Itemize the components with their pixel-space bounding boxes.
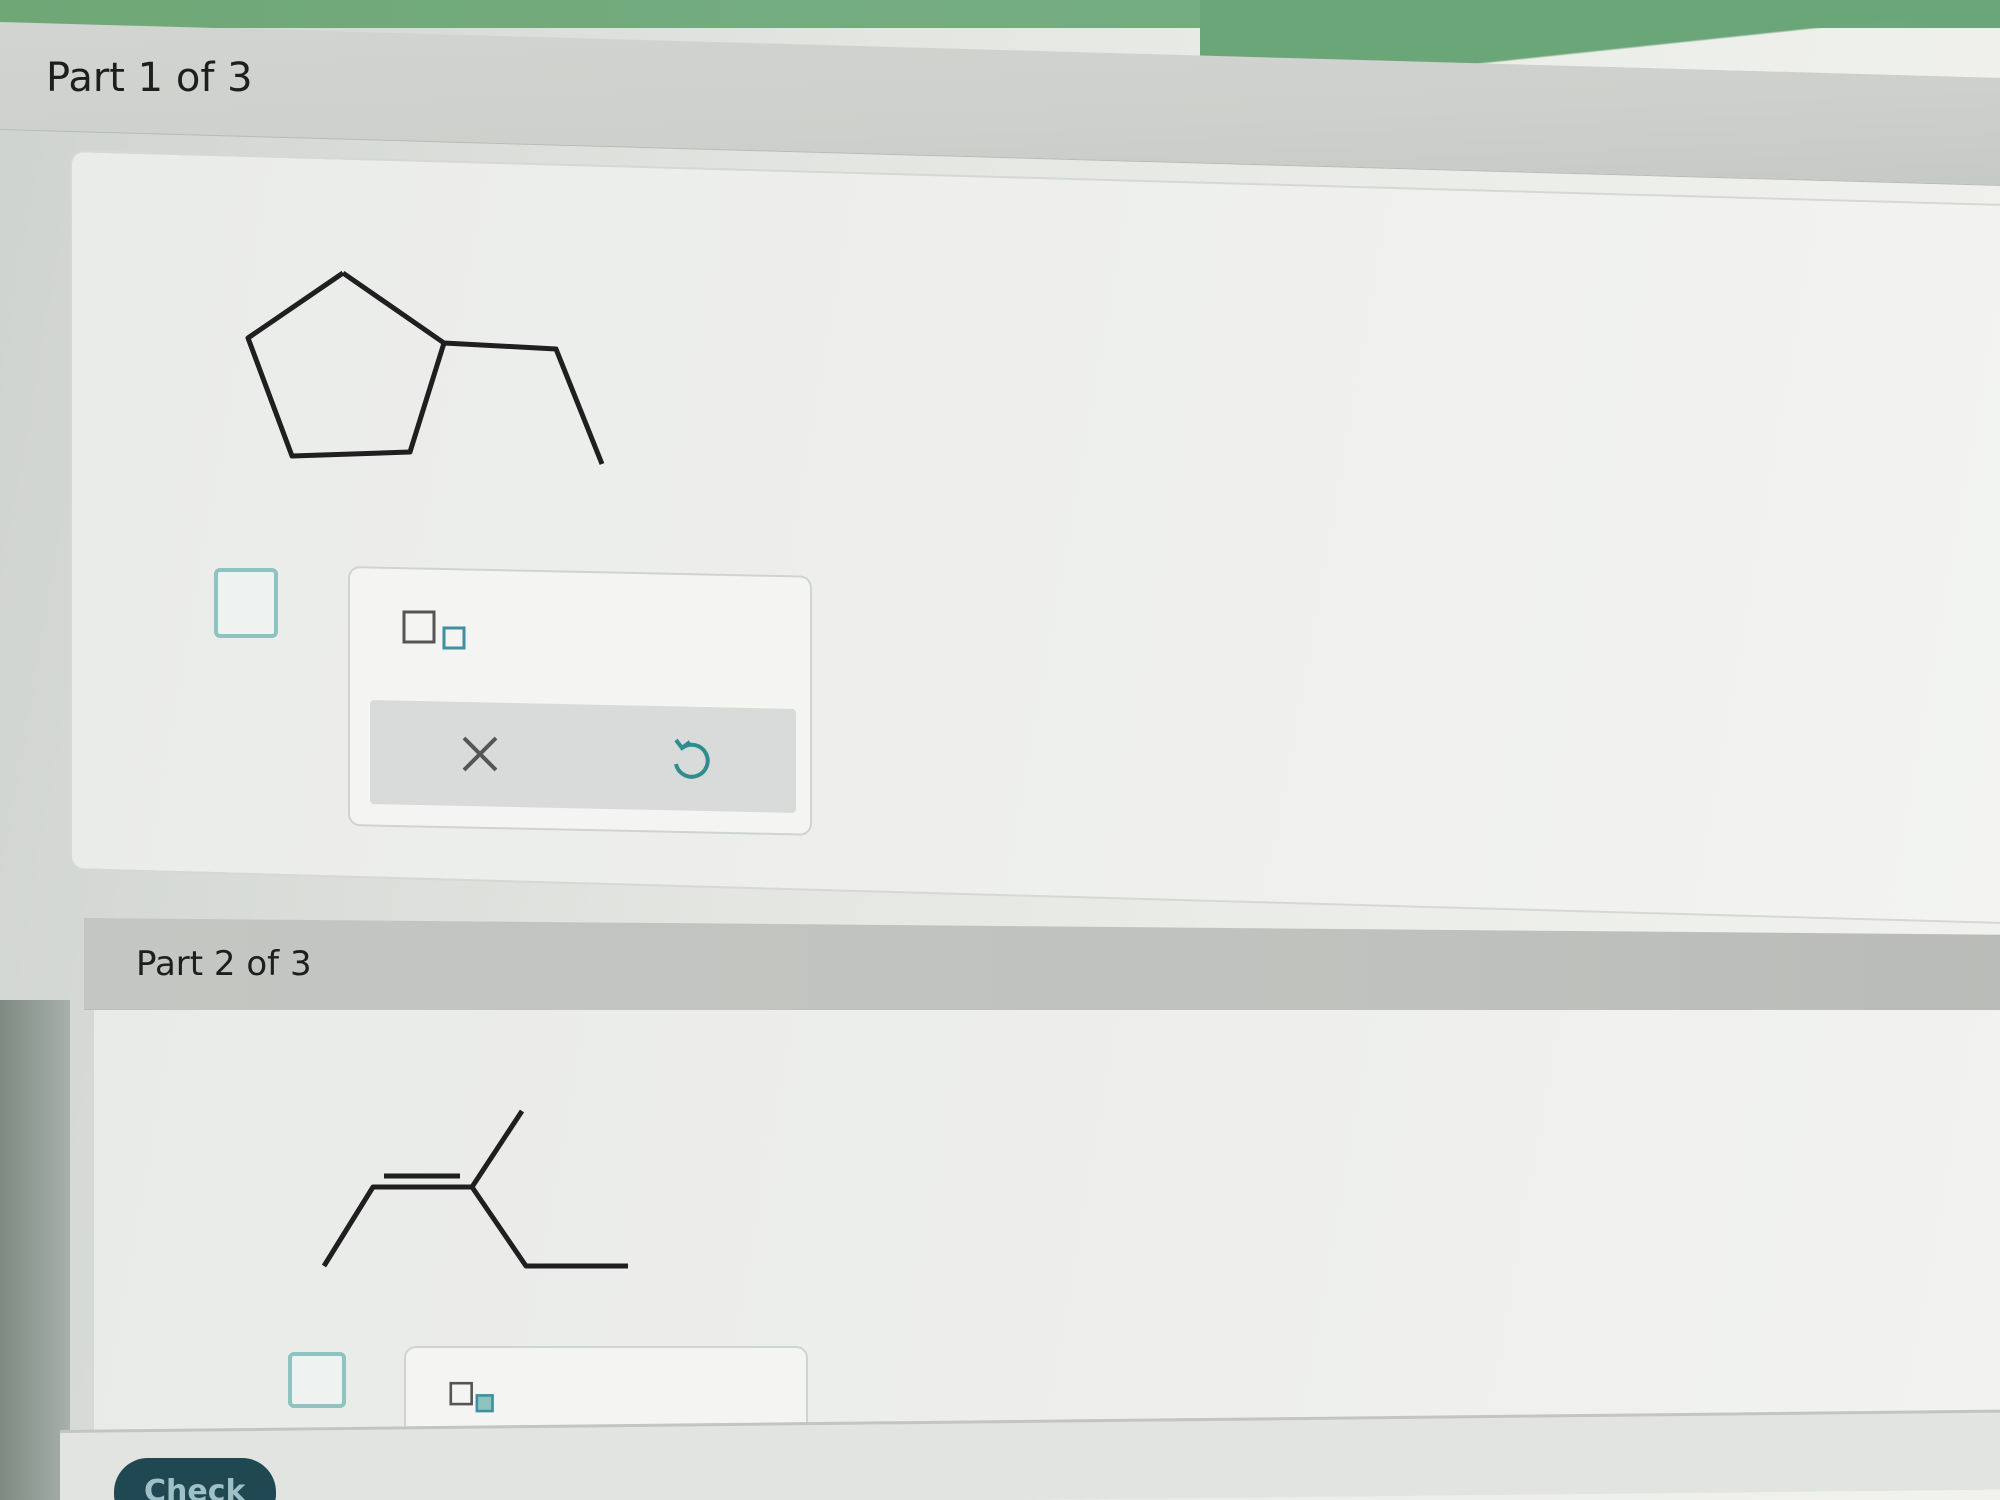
screen: Part 1 of 3 Part 2 of 3 Check — [0, 0, 2000, 1500]
ethyl-branch — [469, 1185, 628, 1269]
subscript-box-icon[interactable] — [446, 1378, 506, 1418]
alkene-skeleton — [321, 1109, 525, 1268]
part2-molecule-structure — [321, 1109, 628, 1269]
check-button[interactable]: Check — [114, 1458, 276, 1500]
part2-answer-checkbox[interactable] — [288, 1352, 346, 1408]
